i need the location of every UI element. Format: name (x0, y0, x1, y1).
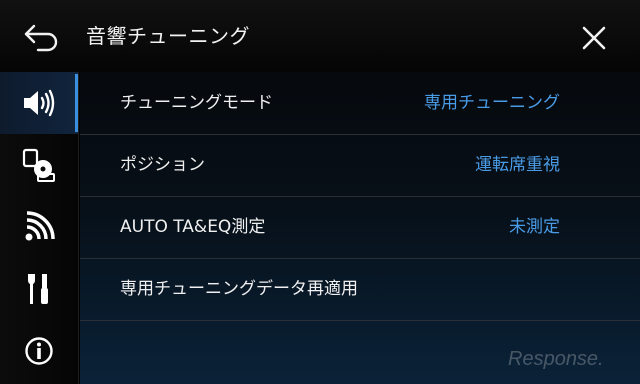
auto-ta-eq-value: 未測定 (509, 217, 560, 237)
sidebar-item-sources[interactable] (0, 134, 78, 196)
tools-icon (28, 274, 48, 304)
position-label: ポジション (120, 155, 205, 175)
speaker-icon (24, 89, 55, 117)
reapply-tuning-label: 専用チューニングデータ再適用 (120, 279, 358, 299)
sidebar-item-settings[interactable] (0, 258, 78, 320)
close-icon (582, 26, 606, 50)
sidebar-item-wireless[interactable] (0, 196, 78, 258)
close-button[interactable] (578, 22, 610, 54)
settings-list: チューニングモード 専用チューニング ポジション 運転席重視 AUTO TA&E… (80, 72, 640, 384)
sidebar (0, 72, 79, 384)
reapply-tuning-row[interactable]: 専用チューニングデータ再適用 (80, 258, 640, 321)
back-button[interactable] (22, 22, 62, 52)
tuning-mode-row[interactable]: チューニングモード 専用チューニング (80, 72, 640, 135)
auto-ta-eq-row[interactable]: AUTO TA&EQ測定 未測定 (80, 196, 640, 259)
devices-icon (22, 148, 55, 182)
tuning-mode-value: 専用チューニング (424, 93, 560, 113)
header-bar: 音響チューニング (0, 0, 640, 72)
sidebar-item-audio[interactable] (0, 72, 78, 134)
back-arrow-icon (24, 24, 58, 52)
auto-ta-eq-label: AUTO TA&EQ測定 (120, 217, 266, 237)
position-value: 運転席重視 (475, 155, 560, 175)
watermark: Response. (508, 348, 604, 370)
position-row[interactable]: ポジション 運転席重視 (80, 134, 640, 197)
page-title: 音響チューニング (86, 24, 250, 48)
info-icon (25, 337, 53, 365)
sidebar-item-info[interactable] (0, 320, 78, 382)
wireless-signal-icon (25, 211, 55, 241)
tuning-mode-label: チューニングモード (120, 93, 273, 113)
